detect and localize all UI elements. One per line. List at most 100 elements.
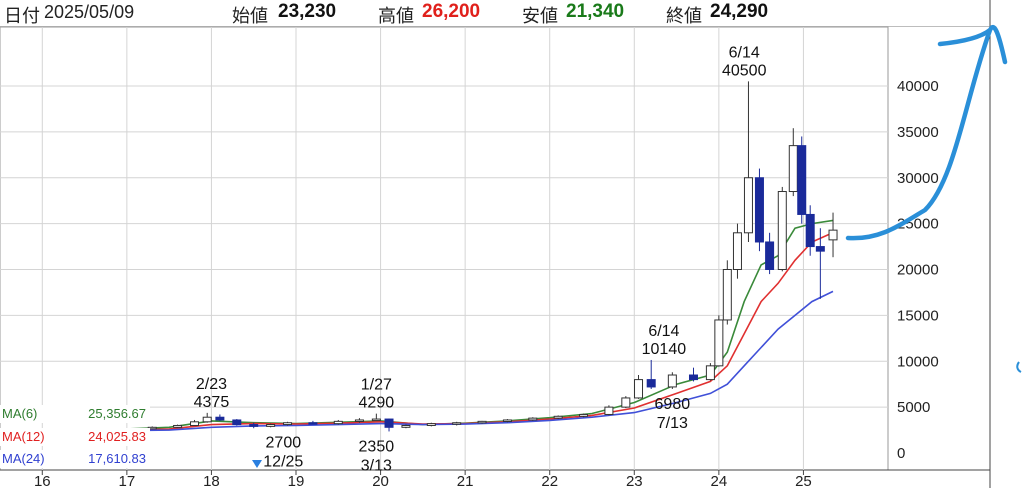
candle [688, 367, 698, 382]
ma24-value: 17,610.83 [88, 451, 146, 466]
ma-line-MA(6) [0, 219, 834, 432]
candle [777, 186, 787, 272]
annotation-label: 2700 [266, 434, 302, 451]
candle-body [371, 418, 381, 422]
candle-body [805, 213, 815, 248]
ma-line-MA(12) [0, 231, 834, 432]
annotation-label: 6980 [655, 396, 691, 413]
candle [553, 415, 563, 420]
candle [788, 128, 798, 197]
candle [805, 205, 815, 256]
candle-body [815, 246, 825, 252]
candle-body [765, 241, 775, 271]
candle-body [646, 379, 656, 388]
candle-body [384, 418, 394, 428]
candle [308, 420, 318, 425]
candle-body [722, 269, 732, 321]
candle-body [828, 229, 838, 241]
candle-body [502, 419, 512, 422]
candle [283, 421, 293, 426]
candle [705, 363, 715, 381]
ma6-label: MA(6) [2, 406, 38, 421]
candle [743, 81, 753, 242]
candle-body [173, 424, 183, 428]
x-tick-label: 18 [203, 473, 220, 488]
candle [714, 315, 724, 367]
candle-body [688, 374, 698, 381]
y-tick-label: 0 [897, 445, 905, 462]
candle-body [249, 424, 259, 427]
plot-frame [0, 26, 889, 471]
candle-body [354, 419, 364, 422]
annotation-value: 12/25 [263, 453, 303, 470]
candle [797, 136, 807, 224]
candle-body [743, 177, 753, 234]
x-tick-label: 16 [34, 473, 51, 488]
candle [765, 232, 775, 275]
candle-body [634, 379, 644, 399]
x-tick-label: 17 [119, 473, 136, 488]
candle-body [333, 420, 343, 425]
y-tick-label: 30000 [897, 170, 939, 187]
ma12-label: MA(12) [2, 429, 45, 444]
candle [754, 168, 764, 252]
candle [215, 414, 225, 421]
candle-body [754, 177, 764, 243]
candle-body [553, 415, 563, 419]
ma24-label: MA(24) [2, 451, 45, 466]
candlestick-chart: 0500010000150002000025000300003500040000… [0, 0, 1022, 488]
candle [190, 419, 200, 426]
candle-body [477, 420, 487, 424]
candle-body [714, 319, 724, 367]
annotation-label: 2350 [359, 438, 395, 455]
annotation-label: 6/14 [729, 44, 760, 61]
x-tick-label: 23 [626, 473, 643, 488]
annotation-value: 4375 [194, 394, 230, 411]
y-tick-label: 35000 [897, 124, 939, 141]
x-tick-label: 22 [541, 473, 558, 488]
annotation-label: 6/14 [648, 323, 679, 340]
candle [722, 260, 732, 325]
candle [401, 424, 411, 429]
y-tick-label: 5000 [897, 399, 930, 416]
candle [528, 417, 538, 421]
candle [634, 375, 644, 399]
candle-body [667, 374, 677, 388]
candle [502, 419, 512, 423]
y-tick-label: 15000 [897, 307, 939, 324]
candle [173, 424, 183, 428]
candle [604, 405, 614, 416]
annotation-layer: 2/2343751/274290270012/2523503/136/14101… [194, 44, 767, 474]
candle [202, 412, 212, 423]
candle-body [215, 416, 225, 421]
annotation-value: 10140 [642, 341, 687, 358]
candle-body [202, 416, 212, 423]
y-tick-label: 40000 [897, 78, 939, 95]
candle [333, 419, 343, 425]
candle [579, 413, 589, 418]
candle-body [426, 423, 436, 426]
candle-body [283, 422, 293, 426]
candle [371, 413, 381, 422]
marker-triangle-icon [252, 460, 262, 468]
ma6-legend: MA(6) 25,356.67 [0, 405, 150, 423]
candle-body [621, 397, 631, 408]
ma12-value: 24,025.83 [88, 429, 146, 444]
annotation-value: 40500 [722, 62, 767, 79]
candle [477, 420, 487, 424]
moving-average-layer [0, 219, 834, 432]
candle-body [777, 191, 787, 270]
ma12-legend: MA(12) 24,025.83 [0, 428, 150, 446]
x-tick-label: 24 [711, 473, 728, 488]
ma24-legend: MA(24) 17,610.83 [0, 450, 150, 468]
candle-body [308, 422, 318, 425]
x-tick-label: 21 [457, 473, 474, 488]
candle-body [190, 421, 200, 426]
hand-drawn-mark [1016, 361, 1022, 373]
candle [621, 396, 631, 409]
candle-body [452, 422, 462, 425]
candle-body [797, 145, 807, 215]
ma6-value: 25,356.67 [88, 406, 146, 421]
annotation-label: 1/27 [361, 377, 392, 394]
candle-body [232, 419, 242, 426]
